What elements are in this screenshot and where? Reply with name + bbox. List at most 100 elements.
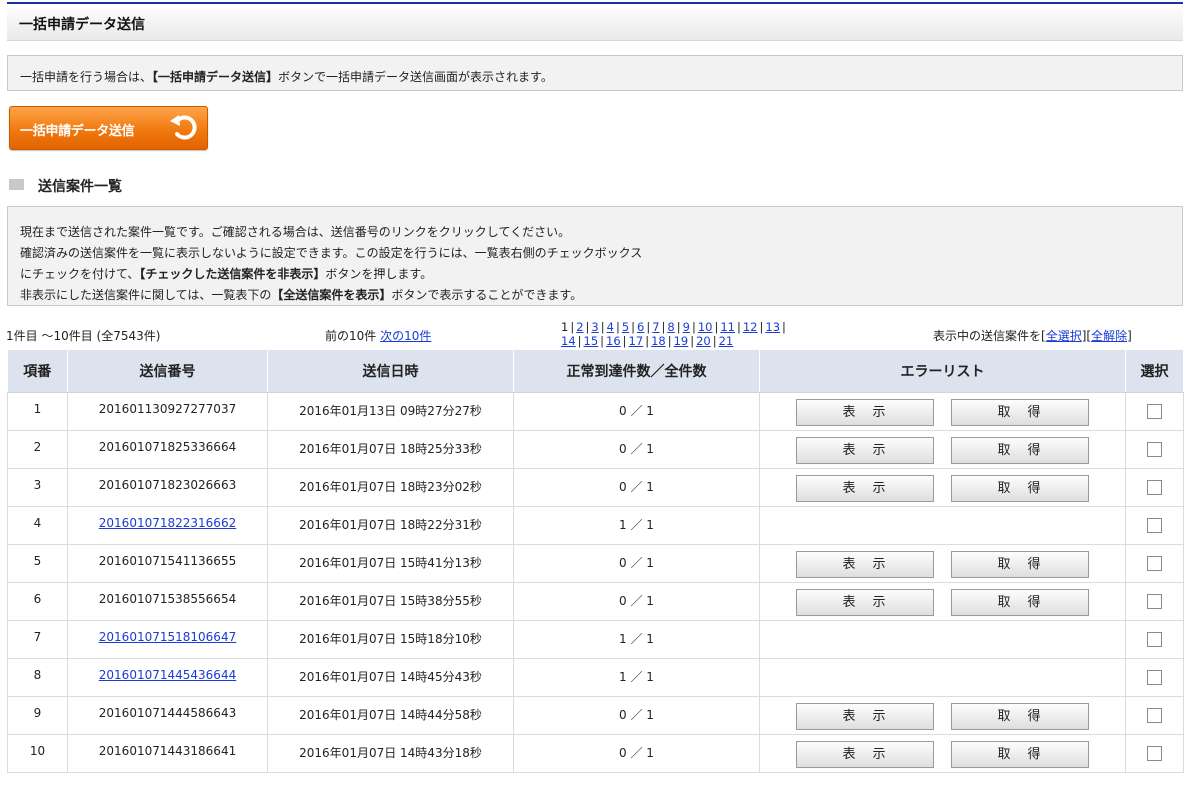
table-row: 9 201601071444586643 2016年01月07日 14時44分58秒… xyxy=(7,696,1184,735)
page-separator: | xyxy=(615,320,620,334)
cell-send-date: 2016年01月07日 14時43分18秒 xyxy=(267,734,514,773)
row-number: 1 xyxy=(33,402,42,416)
table-row: 6 201601071538556654 2016年01月07日 15時38分55秒… xyxy=(7,582,1184,621)
send-id-link[interactable]: 201601071518106647 xyxy=(99,630,236,644)
page-link[interactable]: 17 xyxy=(629,334,644,348)
get-error-button[interactable]: 取 得 xyxy=(951,475,1089,502)
table-row: 5 201601071541136655 2016年01月07日 15時41分13秒… xyxy=(7,544,1184,583)
cell-no: 10 xyxy=(7,734,68,773)
show-error-button[interactable]: 表 示 xyxy=(796,475,934,502)
page-link[interactable]: 10 xyxy=(698,320,713,334)
get-error-button[interactable]: 取 得 xyxy=(951,703,1089,730)
cell-count: 0 ／ 1 xyxy=(513,582,760,621)
row-checkbox[interactable] xyxy=(1147,632,1162,647)
cell-send-id: 201601071541136655 xyxy=(67,544,268,583)
table-row: 8 201601071445436644 2016年01月07日 14時45分43秒… xyxy=(7,658,1184,697)
send-id: 201601071541136655 xyxy=(98,554,237,568)
send-id: 201601071443186641 xyxy=(98,744,237,758)
page-link[interactable]: 9 xyxy=(683,320,690,334)
page-title-bar: 一括申請データ送信 xyxy=(7,4,1183,41)
delivery-count: 0 ／ 1 xyxy=(619,746,654,760)
show-error-button[interactable]: 表 示 xyxy=(796,703,934,730)
cell-send-date: 2016年01月13日 09時27分27秒 xyxy=(267,392,514,431)
delivery-count: 0 ／ 1 xyxy=(619,404,654,418)
cell-count: 1 ／ 1 xyxy=(513,620,760,659)
deselect-all-link[interactable]: 全解除 xyxy=(1091,329,1127,343)
page-link[interactable]: 15 xyxy=(584,334,599,348)
get-error-button[interactable]: 取 得 xyxy=(951,741,1089,768)
selection-prefix: 表示中の送信案件を[ xyxy=(933,329,1046,343)
send-id: 201601071823026663 xyxy=(98,478,237,492)
row-checkbox[interactable] xyxy=(1147,746,1162,761)
get-error-button[interactable]: 取 得 xyxy=(951,551,1089,578)
send-id-link[interactable]: 201601071822316662 xyxy=(99,516,236,530)
cell-no: 4 xyxy=(7,506,68,545)
page-link[interactable]: 8 xyxy=(667,320,674,334)
row-checkbox[interactable] xyxy=(1147,442,1162,457)
page-separator: | xyxy=(645,334,650,348)
get-error-button[interactable]: 取 得 xyxy=(951,437,1089,464)
page-title: 一括申請データ送信 xyxy=(19,17,145,33)
notes-line-4-pre: 非表示にした送信案件に関しては、一覧表下の xyxy=(20,288,272,302)
page-link[interactable]: 7 xyxy=(652,320,659,334)
show-error-button[interactable]: 表 示 xyxy=(796,741,934,768)
page-row-2: 14 | 15 | 16 | 17 | 18 | 19 | 20 | 21 xyxy=(561,334,861,348)
next-page-link[interactable]: 次の10件 xyxy=(380,329,431,343)
error-buttons: 表 示取 得 xyxy=(760,393,1125,426)
error-buttons: 表 示取 得 xyxy=(760,735,1125,768)
send-id-link[interactable]: 201601071445436644 xyxy=(99,668,236,682)
header-no: 項番 xyxy=(7,350,68,393)
return-arrow-icon xyxy=(170,115,197,140)
cell-send-date: 2016年01月07日 15時38分55秒 xyxy=(267,582,514,621)
intro-text-pre: 一括申請を行う場合は、 xyxy=(20,70,153,84)
row-checkbox[interactable] xyxy=(1147,556,1162,571)
delivery-count: 1 ／ 1 xyxy=(619,670,654,684)
show-error-button[interactable]: 表 示 xyxy=(796,399,934,426)
cell-error-list: 表 示取 得 xyxy=(759,430,1126,469)
get-error-button[interactable]: 取 得 xyxy=(951,589,1089,616)
select-all-link[interactable]: 全選択 xyxy=(1046,329,1082,343)
row-checkbox[interactable] xyxy=(1147,670,1162,685)
bulk-send-button[interactable]: 一括申請データ送信 xyxy=(9,106,208,150)
cell-select xyxy=(1125,658,1184,697)
show-error-button[interactable]: 表 示 xyxy=(796,437,934,464)
page-link[interactable]: 13 xyxy=(765,320,780,334)
page-link[interactable]: 2 xyxy=(576,320,583,334)
page-link[interactable]: 11 xyxy=(720,320,735,334)
get-error-button[interactable]: 取 得 xyxy=(951,399,1089,426)
show-error-button[interactable]: 表 示 xyxy=(796,589,934,616)
cell-select xyxy=(1125,506,1184,545)
cell-no: 6 xyxy=(7,582,68,621)
table-row: 10 201601071443186641 2016年01月07日 14時43分18… xyxy=(7,734,1184,773)
show-error-button[interactable]: 表 示 xyxy=(796,551,934,578)
delivery-count: 0 ／ 1 xyxy=(619,480,654,494)
page-link[interactable]: 19 xyxy=(674,334,689,348)
page-separator: | xyxy=(782,320,786,334)
row-number: 10 xyxy=(29,744,46,758)
page-link[interactable]: 4 xyxy=(607,320,614,334)
row-checkbox[interactable] xyxy=(1147,480,1162,495)
submission-table: 項番 送信番号 送信日時 正常到達件数／全件数 エラーリスト 選択 1 20160… xyxy=(7,350,1184,773)
cell-error-list xyxy=(759,620,1126,659)
page-link[interactable]: 3 xyxy=(591,320,598,334)
cell-count: 0 ／ 1 xyxy=(513,468,760,507)
cell-error-list: 表 示取 得 xyxy=(759,696,1126,735)
notes-line-4-post: ボタンで表示することができます。 xyxy=(391,288,583,302)
page-link[interactable]: 16 xyxy=(606,334,621,348)
row-checkbox[interactable] xyxy=(1147,594,1162,609)
send-date: 2016年01月07日 15時38分55秒 xyxy=(299,594,482,608)
page-link[interactable]: 12 xyxy=(743,320,758,334)
page-link[interactable]: 21 xyxy=(719,334,734,348)
cell-send-id: 201601130927277037 xyxy=(67,392,268,431)
page-link[interactable]: 18 xyxy=(651,334,666,348)
row-checkbox[interactable] xyxy=(1147,708,1162,723)
page-link[interactable]: 14 xyxy=(561,334,576,348)
error-buttons: 表 示取 得 xyxy=(760,697,1125,730)
page-link[interactable]: 20 xyxy=(696,334,711,348)
delivery-count: 1 ／ 1 xyxy=(619,632,654,646)
cell-send-date: 2016年01月07日 18時25分33秒 xyxy=(267,430,514,469)
cell-send-id: 201601071823026663 xyxy=(67,468,268,507)
row-checkbox[interactable] xyxy=(1147,518,1162,533)
page-separator: | xyxy=(622,334,627,348)
row-checkbox[interactable] xyxy=(1147,404,1162,419)
